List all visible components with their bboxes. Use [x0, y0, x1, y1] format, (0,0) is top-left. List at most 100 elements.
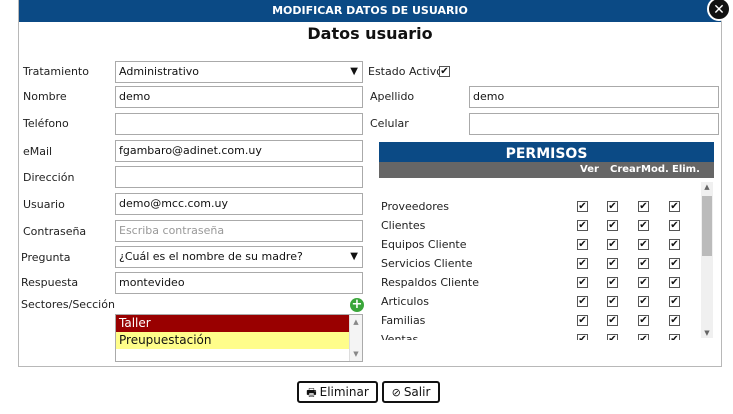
permiso-row: Familias ✔ ✔ ✔ ✔	[379, 313, 709, 332]
permiso-checkbox[interactable]: ✔	[669, 334, 680, 340]
nombre-field[interactable]: demo	[115, 86, 363, 108]
permiso-checkbox[interactable]: ✔	[638, 220, 649, 231]
permiso-checkbox[interactable]: ✔	[607, 296, 618, 307]
scroll-up-icon[interactable]: ▲	[350, 317, 362, 327]
permiso-checkbox[interactable]: ✔	[669, 201, 680, 212]
permiso-name: Clientes	[381, 219, 426, 232]
dropdown-arrow-icon: ▼	[350, 66, 358, 77]
permiso-name: Ventas	[381, 333, 419, 340]
permiso-row: Clientes ✔ ✔ ✔ ✔	[379, 218, 709, 237]
permiso-checkbox[interactable]: ✔	[669, 277, 680, 288]
email-label: eMail	[23, 145, 53, 158]
permiso-checkbox[interactable]: ✔	[607, 220, 618, 231]
permiso-row: Articulos ✔ ✔ ✔ ✔	[379, 294, 709, 313]
apellido-label: Apellido	[370, 90, 415, 103]
permiso-name: Proveedores	[381, 200, 449, 213]
tratamiento-value: Administrativo	[119, 65, 200, 78]
telefono-field[interactable]	[115, 113, 363, 135]
nombre-label: Nombre	[23, 90, 67, 103]
edit-user-dialog: MODIFICAR DATOS DE USUARIO Datos usuario…	[18, 0, 722, 367]
permiso-checkbox[interactable]: ✔	[577, 296, 588, 307]
permiso-checkbox[interactable]: ✔	[607, 334, 618, 340]
list-item[interactable]: Preupuestación	[116, 332, 362, 349]
permiso-checkbox[interactable]: ✔	[638, 296, 649, 307]
permiso-name: Equipos Cliente	[381, 238, 467, 251]
permiso-checkbox[interactable]: ✔	[577, 201, 588, 212]
scroll-up-icon[interactable]: ▲	[701, 183, 713, 191]
permiso-checkbox[interactable]: ✔	[607, 315, 618, 326]
permisos-scrollbar[interactable]: ▲ ▼	[701, 182, 713, 338]
dropdown-arrow-icon: ▼	[350, 251, 358, 262]
usuario-field[interactable]: demo@mcc.com.uy	[115, 193, 363, 215]
permiso-checkbox[interactable]: ✔	[638, 315, 649, 326]
list-item[interactable]: Taller	[116, 315, 362, 332]
sectores-label: Sectores/Sección	[21, 298, 115, 311]
permiso-checkbox[interactable]: ✔	[607, 277, 618, 288]
column-header: Ver	[580, 164, 599, 175]
permiso-checkbox[interactable]: ✔	[607, 258, 618, 269]
permiso-checkbox[interactable]: ✔	[638, 258, 649, 269]
scroll-down-icon[interactable]: ▼	[350, 349, 362, 359]
permiso-name: Articulos	[381, 295, 429, 308]
permiso-checkbox[interactable]: ✔	[669, 220, 680, 231]
permiso-checkbox[interactable]: ✔	[638, 334, 649, 340]
permiso-row: Equipos Cliente ✔ ✔ ✔ ✔	[379, 237, 709, 256]
column-header: Elim.	[672, 164, 700, 175]
estado-activo-label: Estado Activo	[368, 65, 443, 78]
permiso-checkbox[interactable]: ✔	[638, 201, 649, 212]
celular-field[interactable]	[469, 113, 719, 135]
permiso-row: Proveedores ✔ ✔ ✔ ✔	[379, 199, 709, 218]
usuario-label: Usuario	[23, 198, 65, 211]
permiso-name: Respaldos Cliente	[381, 276, 479, 289]
permiso-checkbox[interactable]: ✔	[607, 201, 618, 212]
permiso-checkbox[interactable]: ✔	[638, 277, 649, 288]
permiso-checkbox[interactable]: ✔	[669, 239, 680, 250]
permiso-checkbox[interactable]: ✔	[577, 277, 588, 288]
permiso-row: Ventas ✔ ✔ ✔ ✔	[379, 332, 709, 340]
permiso-checkbox[interactable]: ✔	[669, 258, 680, 269]
listbox-scrollbar[interactable]: ▲ ▼	[349, 315, 362, 361]
eliminar-button[interactable]: 🖶 Eliminar	[297, 381, 378, 403]
pregunta-value: ¿Cuál es el nombre de su madre?	[119, 250, 303, 263]
eliminar-label: Eliminar	[319, 385, 369, 399]
permiso-checkbox[interactable]: ✔	[607, 239, 618, 250]
permiso-name: Servicios Cliente	[381, 257, 473, 270]
add-sector-icon[interactable]: +	[350, 298, 364, 312]
permiso-checkbox[interactable]: ✔	[577, 334, 588, 340]
permisos-list: Proveedores ✔ ✔ ✔ ✔ Clientes ✔ ✔ ✔ ✔ Equipos Clien…	[379, 182, 714, 340]
permisos-title: PERMISOS	[379, 142, 714, 162]
dialog-title: MODIFICAR DATOS DE USUARIO	[19, 0, 721, 22]
estado-activo-checkbox[interactable]: ✔	[439, 66, 450, 77]
contrasena-label: Contraseña	[23, 225, 87, 238]
permiso-checkbox[interactable]: ✔	[638, 239, 649, 250]
permiso-row: Respaldos Cliente ✔ ✔ ✔ ✔	[379, 275, 709, 294]
scroll-thumb[interactable]	[702, 196, 712, 256]
permiso-checkbox[interactable]: ✔	[577, 315, 588, 326]
tratamiento-select[interactable]: Administrativo ▼	[115, 61, 363, 83]
salir-label: Salir	[403, 385, 431, 399]
salir-button[interactable]: ⊘ Salir	[382, 381, 440, 403]
sectores-listbox[interactable]: Taller Preupuestación ▲ ▼	[115, 314, 363, 362]
contrasena-field[interactable]: Escriba contraseña	[115, 220, 363, 242]
permiso-checkbox[interactable]: ✔	[669, 296, 680, 307]
permisos-columns: Ver Crear Mod. Elim.	[379, 162, 714, 178]
section-title: Datos usuario	[307, 24, 433, 43]
respuesta-field[interactable]: montevideo	[115, 272, 363, 294]
celular-label: Celular	[370, 117, 409, 130]
direccion-label: Dirección	[23, 171, 75, 184]
permiso-row: Servicios Cliente ✔ ✔ ✔ ✔	[379, 256, 709, 275]
column-header: Crear	[610, 164, 641, 175]
email-field[interactable]: fgambaro@adinet.com.uy	[115, 140, 363, 162]
respuesta-label: Respuesta	[21, 276, 79, 289]
apellido-field[interactable]: demo	[469, 86, 719, 108]
permiso-checkbox[interactable]: ✔	[577, 258, 588, 269]
direccion-field[interactable]	[115, 166, 363, 188]
cancel-icon: ⊘	[391, 386, 401, 399]
close-icon[interactable]: ✕	[707, 0, 731, 21]
printer-icon: 🖶	[306, 386, 317, 399]
permiso-checkbox[interactable]: ✔	[669, 315, 680, 326]
scroll-down-icon[interactable]: ▼	[701, 329, 713, 337]
permiso-checkbox[interactable]: ✔	[577, 239, 588, 250]
permiso-checkbox[interactable]: ✔	[577, 220, 588, 231]
pregunta-select[interactable]: ¿Cuál es el nombre de su madre? ▼	[115, 246, 363, 268]
